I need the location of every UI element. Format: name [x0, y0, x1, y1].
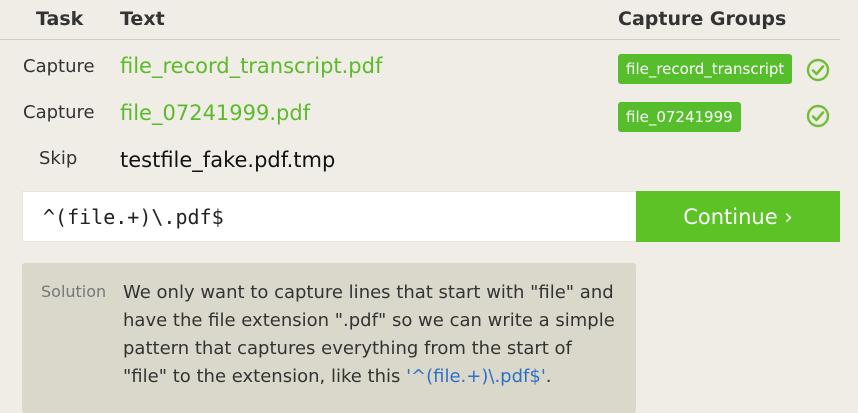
header-capture-groups: Capture Groups — [618, 8, 787, 30]
solution-label: Solution — [41, 282, 107, 301]
solution-text: We only want to capture lines that start… — [123, 279, 621, 391]
table-row: Skip testfile_fake.pdf.tmp — [0, 144, 840, 188]
header-task: Task — [36, 8, 84, 30]
regex-input[interactable] — [23, 192, 636, 241]
capture-group-badge: file_record_transcript — [618, 54, 793, 84]
solution-panel: Solution We only want to capture lines t… — [22, 263, 636, 413]
table-row: Capture file_07241999.pdf file_07241999 — [0, 96, 840, 140]
check-icon — [806, 58, 830, 82]
capture-group-badge: file_07241999 — [618, 102, 741, 132]
row-text: file_07241999.pdf — [120, 101, 311, 125]
check-icon — [806, 104, 830, 128]
header-text: Text — [120, 8, 165, 30]
task-label: Capture — [23, 56, 95, 77]
continue-button[interactable]: Continue › — [636, 191, 840, 242]
table-row: Capture file_record_transcript.pdf file_… — [0, 50, 840, 94]
solution-code: '^(file.+)\.pdf$' — [406, 366, 546, 387]
task-label: Capture — [23, 102, 95, 123]
row-text: testfile_fake.pdf.tmp — [120, 148, 336, 172]
table-header: Task Text Capture Groups — [0, 0, 840, 40]
row-text: file_record_transcript.pdf — [120, 54, 383, 78]
task-label: Skip — [39, 148, 78, 169]
solution-end: . — [545, 366, 552, 387]
regex-input-container — [22, 191, 636, 242]
